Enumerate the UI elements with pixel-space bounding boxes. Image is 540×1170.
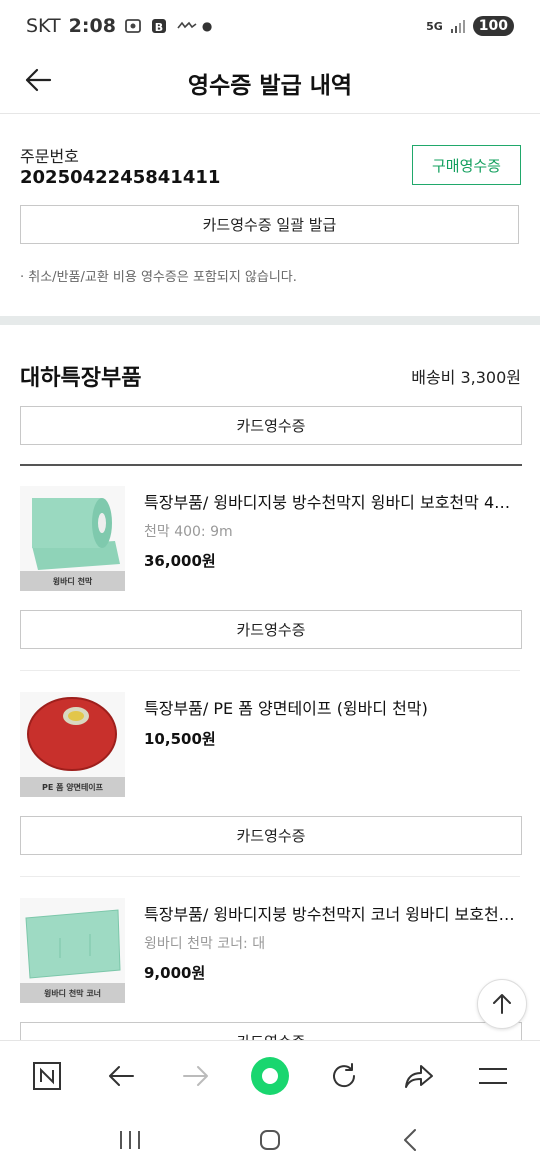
screenshot-icon (124, 17, 142, 35)
seller-card-receipt-button[interactable]: 카드영수증 (20, 406, 522, 445)
carrier-label: SKT (26, 15, 61, 37)
tarp-roll-image (20, 486, 125, 571)
back-button[interactable] (20, 60, 56, 100)
thumb-caption: 윙바디 천막 (20, 571, 125, 591)
shipping-fee: 배송비 3,300원 (411, 368, 521, 387)
system-nav-bar (0, 1110, 540, 1170)
product-price: 10,500원 (144, 730, 216, 748)
product-title[interactable]: 특장부품/ PE 폼 양면테이프 (윙바디 천막) (144, 695, 520, 719)
product-thumbnail[interactable]: PE 폼 양면테이프 (20, 692, 125, 797)
chevron-left-icon (404, 1129, 416, 1151)
system-back-button[interactable] (390, 1120, 430, 1160)
product-option: 윙바디 천막 코너: 대 (144, 936, 266, 952)
dot-icon: ● (201, 19, 213, 33)
clock: 2:08 (68, 15, 116, 37)
svg-text:B: B (155, 21, 163, 34)
page-header: 영수증 발급 내역 (0, 52, 540, 114)
product-thumbnail[interactable]: 윙바디 천막 (20, 486, 125, 591)
product-title[interactable]: 특장부품/ 윙바디지붕 방수천막지 윙바디 보호천막 400: 9m (144, 489, 520, 513)
naver-n-icon (33, 1061, 62, 1090)
share-icon (404, 1064, 433, 1088)
receipt-note: · 취소/반품/교환 비용 영수증은 포함되지 않습니다. (20, 270, 297, 285)
green-dot-button[interactable] (245, 1051, 295, 1101)
product-title[interactable]: 특장부품/ 윙바디지붕 방수천막지 코너 윙바디 보호천막 코너 (144, 901, 520, 925)
item-separator (20, 876, 520, 877)
refresh-button[interactable] (319, 1051, 369, 1101)
seller-rule (20, 464, 522, 466)
order-number: 2025042245841411 (20, 167, 221, 188)
order-section: 주문번호 2025042245841411 구매영수증 카드영수증 일괄 발급 … (0, 114, 540, 316)
menu-button[interactable] (468, 1051, 518, 1101)
tarp-corner-image (20, 898, 125, 983)
scroll-top-button[interactable] (477, 979, 527, 1029)
purchase-receipt-button[interactable]: 구매영수증 (412, 145, 521, 185)
home-button[interactable] (250, 1120, 290, 1160)
order-number-label: 주문번호 (20, 147, 79, 166)
bulk-card-receipt-button[interactable]: 카드영수증 일괄 발급 (20, 205, 519, 244)
hamburger-icon (478, 1067, 507, 1084)
product-price: 36,000원 (144, 552, 216, 570)
product-price: 9,000원 (144, 964, 206, 982)
card-receipt-button[interactable]: 카드영수증 (20, 816, 522, 855)
tape-roll-image (20, 692, 125, 777)
home-icon (260, 1130, 280, 1150)
battery-indicator: 100 (472, 16, 514, 36)
recent-apps-button[interactable] (110, 1120, 150, 1160)
item-separator (20, 670, 520, 671)
thumb-caption: 윙바디 천막 코너 (20, 983, 125, 1003)
signal-icon (449, 17, 467, 35)
product-thumbnail[interactable]: 윙바디 천막 코너 (20, 898, 125, 1003)
share-button[interactable] (394, 1051, 444, 1101)
seller-name: 대하특장부품 (20, 366, 142, 391)
card-receipt-button[interactable]: 카드영수증 (20, 610, 522, 649)
arrow-up-icon (493, 994, 511, 1014)
b-app-icon: B (150, 17, 168, 35)
back-arrow-icon (25, 68, 52, 92)
browser-forward-button[interactable] (171, 1051, 221, 1101)
refresh-icon (333, 1062, 356, 1087)
thumb-caption: PE 폼 양면테이프 (20, 777, 125, 797)
network-type: 5G (426, 19, 443, 33)
recent-apps-icon (120, 1131, 140, 1149)
arrow-left-icon (109, 1065, 135, 1086)
page-title: 영수증 발급 내역 (187, 72, 353, 99)
naver-home-button[interactable] (22, 1051, 72, 1101)
status-bar: SKT 2:08 B ● 5G 100 (0, 0, 540, 52)
section-divider (0, 316, 540, 325)
product-option: 천막 400: 9m (144, 524, 233, 540)
arrow-right-icon (182, 1065, 208, 1086)
browser-toolbar (0, 1040, 540, 1110)
browser-back-button[interactable] (96, 1051, 146, 1101)
notification-icon (176, 17, 197, 35)
green-circle-icon (250, 1056, 289, 1095)
